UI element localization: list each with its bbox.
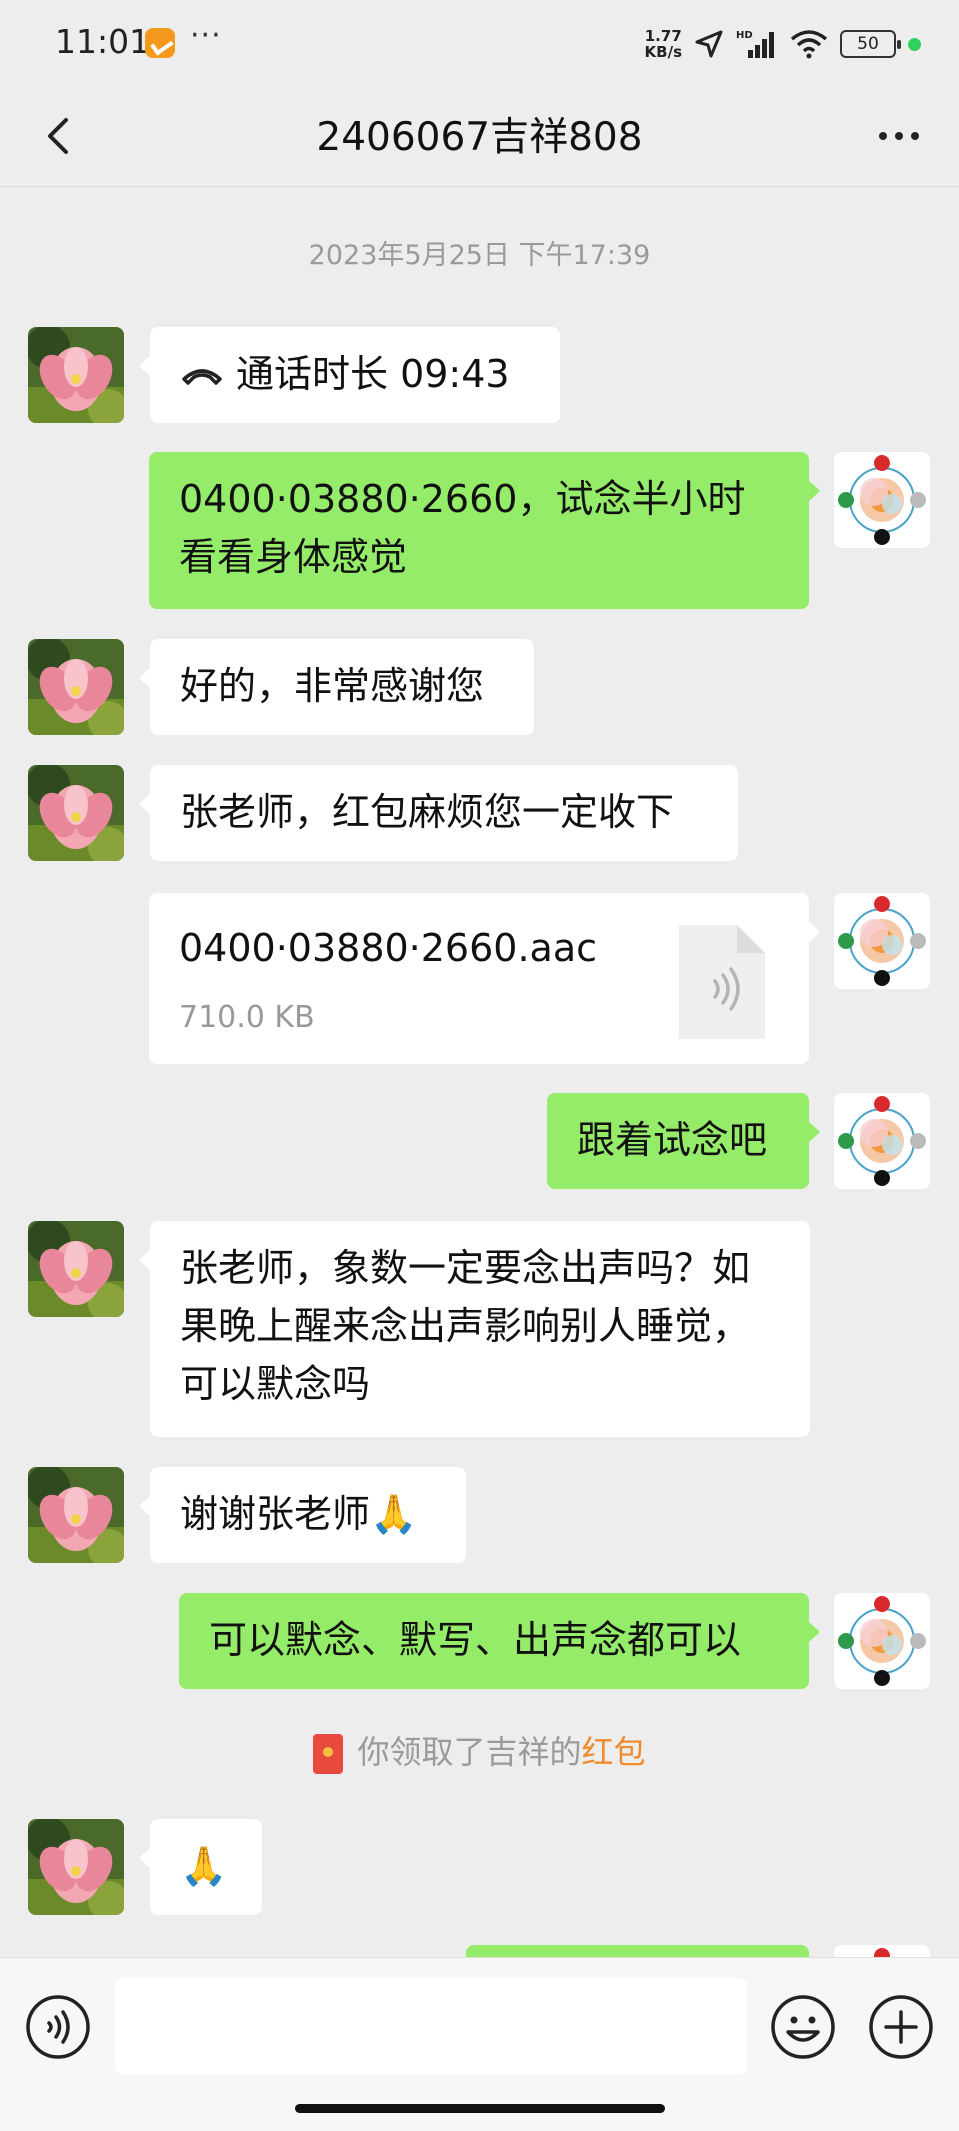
my-avatar[interactable] — [834, 1945, 930, 1957]
redpacket-notice-text: 你领取了吉祥的 — [357, 1733, 582, 1771]
incoming-message-bubble[interactable]: 🙏 — [139, 1819, 262, 1915]
more-notifications-icon: ··· — [190, 18, 222, 53]
message-text: 张老师，红包麻烦您一定收下 — [180, 790, 675, 834]
contact-avatar[interactable] — [28, 765, 124, 861]
message-text: 可以默念、默写、出声念都可以 — [209, 1618, 742, 1662]
voice-input-icon[interactable] — [25, 1994, 91, 2060]
chat-header: 2406067吉祥808 — [0, 86, 959, 187]
contact-avatar[interactable] — [28, 1221, 124, 1317]
wifi-icon — [790, 30, 828, 59]
contact-avatar[interactable] — [28, 327, 124, 423]
status-bar: 11:01 ··· 1.77 KB/s HD 50 — [0, 0, 959, 86]
incoming-message-bubble[interactable]: 好的，非常感谢您 — [139, 639, 534, 735]
my-avatar[interactable] — [834, 893, 930, 989]
red-packet-icon — [313, 1734, 344, 1774]
message-text: 0400·03880·2660，试念半小时看看身体感觉 — [179, 477, 746, 579]
input-bar — [0, 1957, 959, 2131]
call-message-bubble[interactable]: 通话时长 09:43 — [139, 327, 560, 423]
outgoing-message-bubble[interactable]: 0400·03880·2660，试念半小时看看身体感觉 — [149, 452, 820, 609]
my-avatar[interactable] — [834, 1093, 930, 1189]
message-text: 谢谢张老师🙏 — [180, 1492, 418, 1536]
svg-text:HD: HD — [736, 30, 753, 41]
file-name: 0400·03880·2660.aac — [179, 926, 597, 970]
chat-timestamp: 2023年5月25日 下午17:39 — [308, 240, 651, 271]
contact-avatar[interactable] — [28, 1819, 124, 1915]
phone-hangup-icon — [182, 369, 222, 385]
location-icon — [695, 30, 723, 58]
incoming-message-bubble[interactable]: 张老师，象数一定要念出声吗？如果晚上醒来念出声影响别人睡觉，可以默念吗 — [139, 1221, 810, 1437]
call-duration-text: 通话时长 09:43 — [236, 352, 510, 396]
message-text: 好的，非常感谢您 — [180, 664, 485, 708]
status-icons: 1.77 KB/s HD 50 — [645, 24, 921, 64]
back-icon[interactable] — [30, 106, 90, 166]
status-time: 11:01 — [55, 22, 151, 61]
file-message-bubble[interactable]: 0400·03880·2660.aac 710.0 KB — [149, 893, 820, 1064]
contact-avatar[interactable] — [28, 1467, 124, 1563]
message-text: 张老师，象数一定要念出声吗？如果晚上醒来念出声影响别人睡觉，可以默念吗 — [180, 1246, 751, 1406]
message-input[interactable] — [115, 1978, 747, 2074]
incoming-message-bubble[interactable]: 张老师，红包麻烦您一定收下 — [139, 765, 738, 861]
network-speed: 1.77 KB/s — [644, 27, 682, 61]
message-text: 跟着试念吧 — [577, 1118, 768, 1162]
redpacket-link[interactable]: 红包 — [582, 1733, 646, 1771]
file-size: 710.0 KB — [179, 1000, 315, 1035]
signal-icon: HD — [736, 30, 774, 58]
more-functions-icon[interactable] — [868, 1994, 934, 2060]
app-notification-icon — [145, 28, 175, 58]
message-list[interactable]: 2023年5月25日 下午17:39 通话时长 09:43 0400·03880… — [0, 187, 959, 1957]
outgoing-message-bubble[interactable]: 可以默念、默写、出声念都可以 — [179, 1593, 820, 1689]
my-avatar[interactable] — [834, 452, 930, 548]
message-text: 🙏 — [180, 1844, 228, 1888]
outgoing-message-bubble[interactable]: 跟着试念吧 — [547, 1093, 820, 1189]
privacy-dot-icon — [908, 37, 921, 51]
redpacket-notice: 你领取了吉祥的红包 — [0, 1727, 959, 1774]
outgoing-message-bubble-partial[interactable] — [466, 1945, 809, 1957]
more-options-icon[interactable] — [869, 106, 929, 166]
battery-indicator: 50 — [840, 30, 901, 58]
my-avatar[interactable] — [834, 1593, 930, 1689]
home-indicator[interactable] — [295, 2104, 665, 2113]
emoji-icon[interactable] — [770, 1994, 836, 2060]
incoming-message-bubble[interactable]: 谢谢张老师🙏 — [139, 1467, 466, 1563]
audio-file-icon — [679, 925, 765, 1039]
chat-title: 2406067吉祥808 — [316, 115, 643, 160]
contact-avatar[interactable] — [28, 639, 124, 735]
